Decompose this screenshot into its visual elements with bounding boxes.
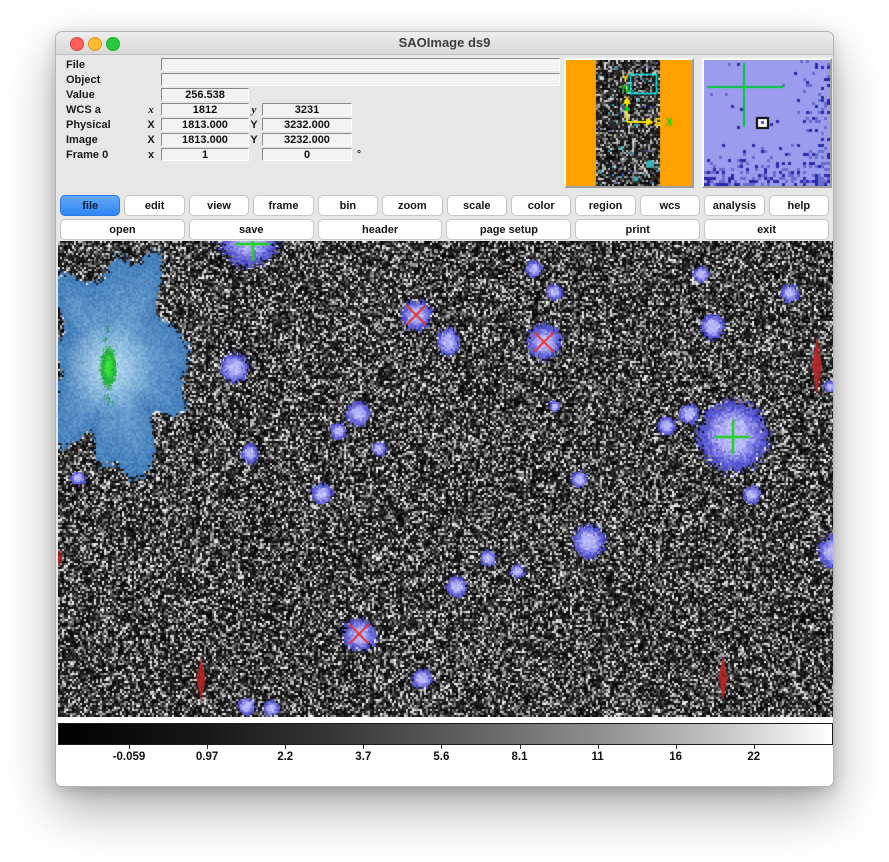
magnifier-panel[interactable] [702, 58, 832, 188]
physical-y-sublabel: Y [247, 118, 261, 133]
image-y-field[interactable]: 3232.000 [262, 133, 352, 146]
menu-button-header[interactable]: header [318, 219, 443, 240]
magnifier-canvas[interactable] [704, 60, 830, 186]
menu-button-open[interactable]: open [60, 219, 185, 240]
colorbar-tick-label: 0.97 [196, 751, 218, 763]
colorbar-tick-label: 5.6 [433, 751, 449, 763]
panner-canvas[interactable] [566, 60, 692, 186]
close-button[interactable] [70, 37, 84, 51]
physical-label: Physical [66, 118, 111, 133]
menu-button-help[interactable]: help [769, 195, 829, 216]
colorbar-tick-label: 3.7 [355, 751, 371, 763]
wcs-x-sublabel: x [144, 103, 158, 118]
value-field[interactable]: 256.538 [161, 88, 249, 101]
fullscreen-button[interactable] [106, 37, 120, 51]
main-image-canvas[interactable] [58, 241, 834, 717]
title-bar[interactable]: SAOImage ds9 [56, 32, 833, 55]
menu-button-region[interactable]: region [575, 195, 635, 216]
colorbar-tick [129, 745, 130, 749]
menu-button-wcs[interactable]: wcs [640, 195, 700, 216]
colorbar-tick [207, 745, 208, 749]
frame-zoom-field[interactable]: 1 [161, 148, 249, 161]
file-label: File [66, 58, 85, 73]
object-field[interactable] [161, 73, 560, 86]
image-y-sublabel: Y [247, 133, 261, 148]
degree-symbol: ° [357, 148, 361, 161]
object-label: Object [66, 73, 100, 88]
colorbar-tick [285, 745, 286, 749]
colorbar-tick-label: 8.1 [512, 751, 528, 763]
colorbar-tick-label: 22 [747, 751, 760, 763]
colorbar[interactable] [58, 723, 833, 745]
menu-button-analysis[interactable]: analysis [704, 195, 764, 216]
info-panel: File Object Value 256.538 WCS a x 1812 y… [56, 55, 833, 194]
value-label: Value [66, 88, 95, 103]
menu-button-print[interactable]: print [575, 219, 700, 240]
menu-button-exit[interactable]: exit [704, 219, 829, 240]
panner-panel[interactable] [564, 58, 694, 188]
wcs-x-field[interactable]: 1812 [161, 103, 249, 116]
menu-button-bin[interactable]: bin [318, 195, 378, 216]
menu-button-scale[interactable]: scale [447, 195, 507, 216]
colorbar-tick-label: 16 [669, 751, 682, 763]
menu-button-page-setup[interactable]: page setup [446, 219, 571, 240]
physical-y-field[interactable]: 3232.000 [262, 118, 352, 131]
colorbar-tick [754, 745, 755, 749]
wcs-label: WCS a [66, 103, 101, 118]
menu-button-frame[interactable]: frame [253, 195, 313, 216]
frame-rotation-field[interactable]: 0 [262, 148, 352, 161]
window-title: SAOImage ds9 [56, 32, 833, 54]
menu-button-view[interactable]: view [189, 195, 249, 216]
minimize-button[interactable] [88, 37, 102, 51]
image-x-field[interactable]: 1813.000 [161, 133, 249, 146]
ds9-window: SAOImage ds9 File Object Value 256.538 W… [55, 31, 834, 787]
colorbar-tick [676, 745, 677, 749]
physical-x-sublabel: X [144, 118, 158, 133]
colorbar-tick [520, 745, 521, 749]
image-label: Image [66, 133, 98, 148]
file-submenu-bar: opensaveheaderpage setupprintexit [58, 219, 831, 240]
file-field[interactable] [161, 58, 560, 71]
menu-button-file[interactable]: file [60, 195, 120, 216]
wcs-y-field[interactable]: 3231 [262, 103, 352, 116]
menu-button-color[interactable]: color [511, 195, 571, 216]
physical-x-field[interactable]: 1813.000 [161, 118, 249, 131]
frame-label: Frame 0 [66, 148, 108, 163]
colorbar-tick-label: -0.059 [113, 751, 146, 763]
desktop: SAOImage ds9 File Object Value 256.538 W… [0, 0, 889, 862]
colorbar-tick-label: 11 [592, 751, 604, 763]
frame-x-sublabel: x [144, 148, 158, 163]
wcs-y-sublabel: y [247, 103, 261, 118]
menu-button-save[interactable]: save [189, 219, 314, 240]
colorbar-tick-label: 2.2 [277, 751, 293, 763]
image-x-sublabel: X [144, 133, 158, 148]
colorbar-tick [441, 745, 442, 749]
menu-button-edit[interactable]: edit [124, 195, 184, 216]
colorbar-tick [598, 745, 599, 749]
menu-button-zoom[interactable]: zoom [382, 195, 442, 216]
colorbar-tick [363, 745, 364, 749]
menu-bar: fileeditviewframebinzoomscalecolorregion… [58, 195, 831, 216]
